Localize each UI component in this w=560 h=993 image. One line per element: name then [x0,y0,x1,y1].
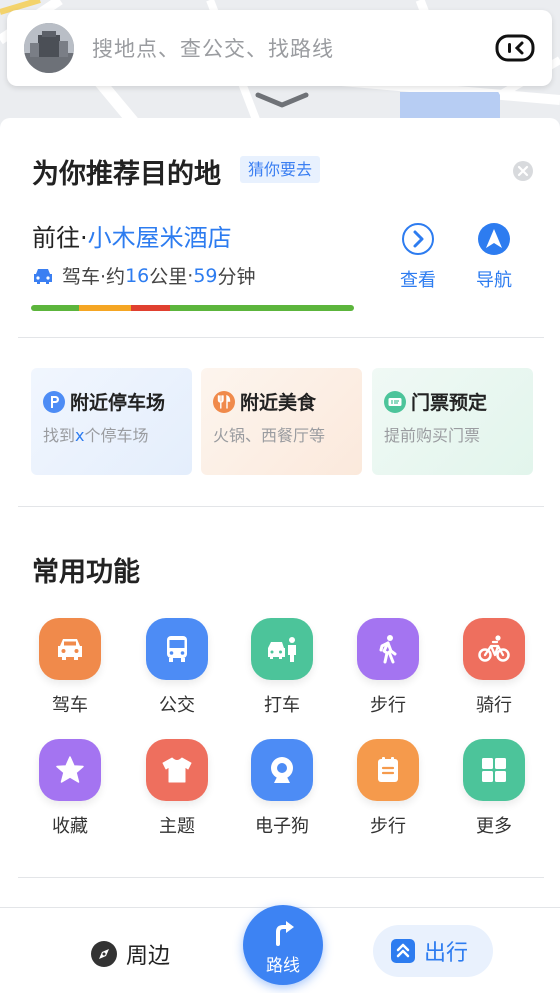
divider [18,877,544,878]
walk-icon [357,618,419,680]
search-input[interactable]: 搜地点、查公交、找路线 [92,33,495,63]
card-subtitle: 火锅、西餐厅等 [213,426,326,445]
route-button[interactable]: 路线 [243,905,323,985]
destination-name[interactable]: 小木屋米酒店 [88,224,232,252]
function-speed-camera[interactable]: 电子狗 [242,739,322,838]
star-icon [39,739,101,801]
navigation-arrow-icon [478,223,510,255]
function-label: 步行 [370,816,406,837]
bike-icon [463,618,525,680]
card-subtitle: 找到x个停车场 [43,422,149,446]
route-sep: ·约 [100,266,126,288]
card-title: 门票预定 [411,392,488,414]
function-label: 收藏 [52,816,88,837]
route-duration-unit: 分钟 [217,266,256,288]
recommend-tag: 猜你要去 [240,156,321,183]
tab-nearby[interactable]: 周边 [90,938,170,970]
traffic-segment-smooth [31,305,80,311]
tab-nearby-label: 周边 [126,944,171,969]
route-duration: 59 [193,264,218,287]
function-label: 更多 [476,816,512,837]
route-turn-icon [276,921,294,946]
navigate-label: 导航 [476,270,512,291]
function-label: 电子狗 [255,816,309,837]
avatar[interactable] [24,23,74,73]
card-subtitle-prefix: 找到 [43,426,76,445]
traffic-segment-congested [131,305,170,311]
chevron-down-icon[interactable] [255,92,309,108]
route-distance: 16 [125,264,150,287]
clipboard-icon [357,739,419,801]
divider [18,337,544,338]
nearby-food-card[interactable]: 附近美食 火锅、西餐厅等 [201,368,362,475]
card-title: 附近美食 [240,392,317,414]
travel-icon [391,939,415,963]
route-mode: 驾车 [62,266,101,288]
card-title: 附近停车场 [70,392,166,414]
bus-icon [146,618,208,680]
function-label: 打车 [264,695,300,716]
shirt-icon [146,739,208,801]
function-drive[interactable]: 驾车 [30,618,110,717]
route-distance-unit: 公里 [149,266,188,288]
section-title: 常用功能 [32,557,140,588]
ticket-booking-card[interactable]: 门票预定 提前购买门票 [372,368,533,475]
destination-prefix: 前往· [32,224,88,252]
navigate-button[interactable]: 导航 [464,222,524,292]
traffic-status-bar [31,305,354,311]
car-icon [34,268,52,284]
route-info: 驾车 ·约 16 公里 · 59 分钟 [32,262,256,289]
search-bar[interactable]: 搜地点、查公交、找路线 [7,10,552,86]
traffic-segment-smooth [169,305,354,311]
route-label: 路线 [266,956,300,976]
function-walk-2[interactable]: 步行 [348,739,428,838]
parking-icon [43,390,65,413]
compass-icon [91,941,117,967]
recommend-title: 为你推荐目的地 [32,159,221,190]
traffic-segment-slow [79,305,132,311]
function-label: 步行 [370,695,406,716]
car-icon [39,618,101,680]
close-icon[interactable] [512,160,534,182]
taxi-icon [251,618,313,680]
camera-icon [251,739,313,801]
grid-icon [463,739,525,801]
function-walk[interactable]: 步行 [348,618,428,717]
function-more[interactable]: 更多 [454,739,534,838]
view-button[interactable]: 查看 [388,222,448,292]
function-theme[interactable]: 主题 [137,739,217,838]
tab-travel-label: 出行 [424,941,469,966]
food-icon [213,390,235,413]
divider [18,506,544,507]
nearby-parking-card[interactable]: 附近停车场 找到x个停车场 [31,368,192,475]
tab-travel[interactable]: 出行 [373,925,493,977]
ticket-icon [384,390,406,413]
chevron-right-circle-icon [402,223,434,255]
card-subtitle: 提前购买门票 [384,426,481,445]
view-label: 查看 [400,270,436,291]
bottom-sheet: 为你推荐目的地 猜你要去 前往·小木屋米酒店 驾车 ·约 16 公里 · 59 分钟 查看 … [0,118,560,993]
destination-line[interactable]: 前往·小木屋米酒店 [32,218,232,253]
voice-assistant-icon[interactable] [495,34,535,62]
card-subtitle-suffix: 个停车场 [84,426,149,445]
function-bus[interactable]: 公交 [137,618,217,717]
function-label: 骑行 [476,695,512,716]
function-label: 公交 [159,695,195,716]
function-favorites[interactable]: 收藏 [30,739,110,838]
function-label: 主题 [159,816,195,837]
function-label: 驾车 [52,695,88,716]
function-bike[interactable]: 骑行 [454,618,534,717]
function-taxi[interactable]: 打车 [242,618,322,717]
